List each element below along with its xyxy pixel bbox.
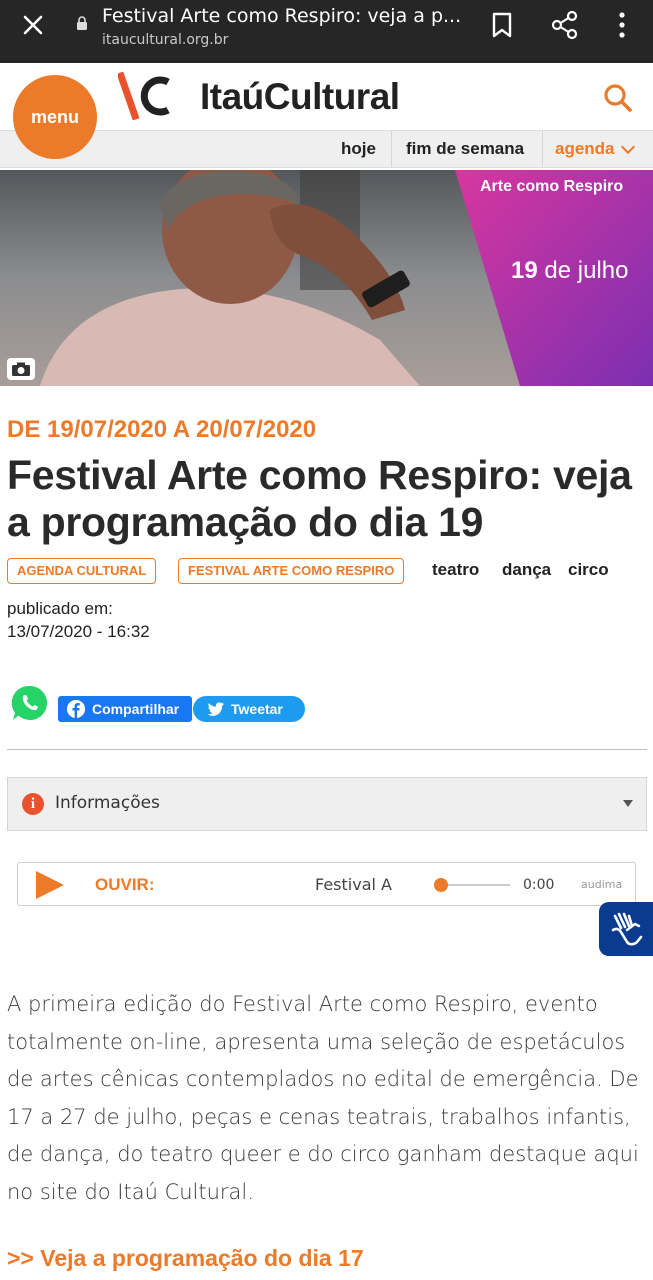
- info-accordion-label: Informações: [55, 793, 160, 813]
- nav-separator: [542, 131, 543, 167]
- published-label: publicado em:: [7, 599, 113, 618]
- playback-time: 0:00: [523, 877, 555, 893]
- browser-url[interactable]: itaucultural.org.br: [102, 32, 228, 48]
- close-icon[interactable]: [18, 10, 48, 40]
- secondary-nav: hoje fim de semana agenda: [0, 130, 653, 168]
- section-divider: [7, 749, 647, 750]
- caret-down-icon: [623, 800, 633, 807]
- info-accordion[interactable]: i Informações: [7, 777, 647, 831]
- keyword-danca[interactable]: dança: [502, 560, 551, 580]
- published-date: 13/07/2020 - 16:32: [7, 622, 150, 641]
- hero-band-title: Arte como Respiro: [480, 178, 624, 195]
- facebook-share-button[interactable]: Compartilhar: [58, 696, 192, 722]
- share-icon[interactable]: [551, 10, 579, 40]
- camera-icon[interactable]: [7, 358, 35, 380]
- facebook-share-label: Compartilhar: [92, 701, 180, 717]
- bookmark-icon[interactable]: [491, 11, 513, 39]
- facebook-icon: [67, 700, 85, 718]
- hero-banner[interactable]: Arte como Respiro 19 de julho: [0, 170, 653, 386]
- menu-button[interactable]: menu: [13, 75, 97, 159]
- more-vertical-icon[interactable]: [617, 10, 627, 40]
- browser-page-title[interactable]: Festival Arte como Respiro: veja a p...: [102, 5, 462, 27]
- article-headline: Festival Arte como Respiro: veja a progr…: [7, 452, 632, 545]
- play-icon[interactable]: [36, 871, 64, 899]
- chevron-down-icon: [620, 139, 635, 155]
- nav-separator: [391, 131, 392, 167]
- event-date-range: DE 19/07/2020 A 20/07/2020: [7, 416, 317, 443]
- nav-item-agenda[interactable]: agenda: [555, 131, 635, 167]
- twitter-share-button[interactable]: Tweetar: [193, 696, 305, 722]
- article-body: A primeira edição do Festival Arte como …: [7, 992, 639, 1204]
- program-day-17-link[interactable]: >> Veja a programação do dia 17: [7, 1245, 364, 1272]
- progress-track[interactable]: [440, 884, 510, 886]
- itau-cultural-logo-icon[interactable]: [118, 72, 174, 120]
- search-icon[interactable]: [603, 83, 633, 113]
- lock-icon: [77, 16, 87, 30]
- tag-festival-arte-como-respiro[interactable]: FESTIVAL ARTE COMO RESPIRO: [178, 558, 405, 584]
- keyword-teatro[interactable]: teatro: [432, 560, 479, 580]
- browser-toolbar: Festival Arte como Respiro: veja a p... …: [0, 0, 653, 63]
- keyword-circo[interactable]: circo: [568, 560, 609, 580]
- progress-knob[interactable]: [434, 878, 448, 892]
- site-logo-text[interactable]: ItaúCultural: [200, 76, 400, 118]
- nav-item-fim-de-semana[interactable]: fim de semana: [406, 131, 524, 167]
- nav-item-agenda-label: agenda: [555, 139, 615, 158]
- audio-player: OUVIR: Festival A 0:00 audima: [17, 862, 636, 906]
- hero-band-month: de julho: [537, 257, 629, 284]
- whatsapp-icon[interactable]: [10, 683, 50, 723]
- sign-language-icon[interactable]: [599, 902, 653, 956]
- info-icon: i: [22, 793, 44, 815]
- track-title: Festival A: [315, 875, 392, 894]
- hero-band-day: 19: [511, 257, 538, 284]
- twitter-share-label: Tweetar: [231, 701, 283, 717]
- tag-agenda-cultural[interactable]: AGENDA CULTURAL: [7, 558, 157, 584]
- hero-band-date: 19 de julho: [511, 257, 628, 285]
- player-brand: audima: [581, 878, 623, 891]
- twitter-bird-icon: [207, 702, 225, 716]
- listen-label: OUVIR:: [95, 875, 155, 894]
- nav-item-hoje[interactable]: hoje: [341, 131, 376, 167]
